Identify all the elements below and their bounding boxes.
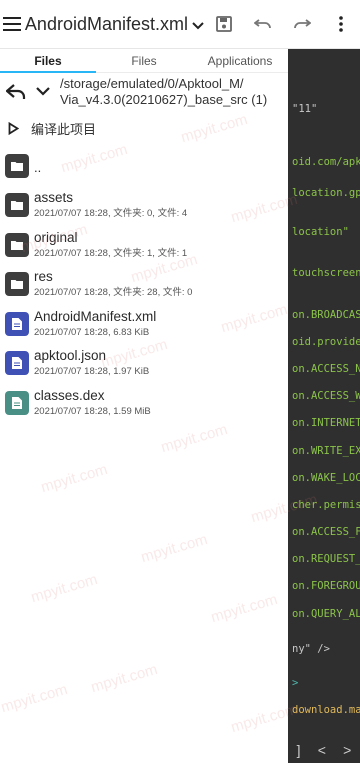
tab-applications[interactable]: Applications (192, 49, 288, 72)
editor-line: on.ACCESS_WI (292, 390, 360, 402)
list-item-assets[interactable]: assets 2021/07/07 18:28, 文件夹: 0, 文件: 4 (0, 186, 288, 226)
bracket-button[interactable]: ] (297, 742, 301, 758)
list-item-androidmanifest[interactable]: AndroidManifest.xml 2021/07/07 18:28, 6.… (0, 304, 288, 344)
file-name: res (34, 269, 53, 285)
play-icon (8, 121, 19, 135)
file-meta: 2021/07/07 18:28, 1.59 MiB (34, 405, 151, 417)
path-line-2: Via_v4.3.0(20210627)_base_src (1) (60, 91, 268, 107)
file-meta: 2021/07/07 18:28, 文件夹: 28, 文件: 0 (34, 287, 193, 299)
app-bar: AndroidManifest.xml (0, 0, 360, 49)
more-vert-icon (338, 16, 343, 32)
file-meta: 2021/07/07 18:28, 1.97 KiB (34, 366, 150, 378)
more-options-button[interactable] (321, 0, 360, 49)
file-name: classes.dex (34, 387, 105, 403)
undo-icon (253, 19, 271, 29)
expand-path-button[interactable] (29, 75, 56, 109)
file-meta: 2021/07/07 18:28, 文件夹: 1, 文件: 1 (34, 247, 188, 259)
editor-line: on.INTERNET (292, 417, 360, 429)
editor-line: on.REQUEST_I (292, 553, 360, 565)
file-name: original (34, 229, 78, 245)
compile-project-button[interactable]: 编译此项目 (0, 110, 288, 146)
document-icon (5, 311, 29, 336)
editor-line: on.ACCESS_NE (292, 363, 360, 375)
folder-icon (5, 153, 29, 178)
file-list: .. assets 2021/07/07 18:28, 文件夹: 0, 文件: … (0, 146, 288, 423)
chevron-down-icon (35, 87, 50, 96)
compile-label: 编译此项目 (31, 121, 97, 137)
folder-icon (5, 193, 29, 218)
active-tab-indicator (0, 71, 96, 73)
save-button[interactable] (204, 0, 243, 49)
file-name: .. (34, 159, 42, 175)
binary-file-icon (5, 390, 29, 415)
tab-files-project[interactable]: Files (0, 49, 96, 72)
editor-line: on.WRITE_EXT (292, 445, 360, 457)
file-meta: 2021/07/07 18:28, 6.83 KiB (34, 326, 150, 338)
file-meta: 2021/07/07 18:28, 文件夹: 0, 文件: 4 (34, 208, 188, 220)
save-icon (215, 16, 232, 32)
caret-down-icon (192, 14, 204, 35)
undo-button[interactable] (243, 0, 282, 49)
editor-line: on.QUERY_ALL (292, 608, 360, 620)
prev-button[interactable]: < (318, 742, 326, 758)
file-name: apktool.json (34, 348, 107, 364)
file-title: AndroidManifest.xml (24, 13, 188, 34)
list-item-original[interactable]: original 2021/07/07 18:28, 文件夹: 1, 文件: 1 (0, 225, 288, 265)
editor-line: touchscreen (292, 267, 360, 279)
code-editor[interactable]: "11" oid.com/apk/ location.gp location" … (288, 49, 360, 763)
editor-line: ny" /> (292, 643, 330, 655)
redo-icon (293, 19, 311, 29)
editor-nav-bar: ] < > (288, 737, 360, 763)
current-path: /storage/emulated/0/Apktool_M/ Via_v4.3.… (60, 76, 267, 108)
editor-line: location" (292, 226, 349, 238)
editor-line: > (292, 677, 299, 689)
editor-line: oid.com/apk/ (292, 156, 360, 168)
list-item-res[interactable]: res 2021/07/07 18:28, 文件夹: 28, 文件: 0 (0, 265, 288, 305)
editor-line: on.BROADCAS (292, 309, 360, 321)
editor-line: on.WAKE_LOCK (292, 472, 360, 484)
list-item-apktool-json[interactable]: apktool.json 2021/07/07 18:28, 1.97 KiB (0, 344, 288, 384)
list-item-parent-dir[interactable]: .. (0, 146, 288, 186)
file-name: assets (34, 190, 74, 206)
file-name: AndroidManifest.xml (34, 308, 157, 324)
folder-icon (5, 232, 29, 257)
editor-line: cher.permiss (292, 499, 360, 511)
list-item-classes-dex[interactable]: classes.dex 2021/07/07 18:28, 1.59 MiB (0, 383, 288, 423)
folder-icon (5, 272, 29, 297)
next-button[interactable]: > (343, 742, 351, 758)
editor-line: download.ma (292, 704, 360, 716)
reply-back-icon (5, 83, 25, 99)
editor-line: on.ACCESS_FI (292, 526, 360, 538)
editor-line: oid.provider (292, 336, 360, 348)
redo-button[interactable] (282, 0, 321, 49)
path-line-1: /storage/emulated/0/Apktool_M/ (60, 75, 244, 91)
editor-line: location.gp (292, 187, 360, 199)
tab-bar: Files Files Applications (0, 49, 288, 73)
back-button[interactable] (2, 75, 29, 109)
file-drawer: Files Files Applications /storage/emulat… (0, 49, 288, 763)
hamburger-menu-icon[interactable] (0, 0, 25, 49)
path-bar: /storage/emulated/0/Apktool_M/ Via_v4.3.… (0, 73, 288, 110)
tab-files[interactable]: Files (96, 49, 192, 72)
editor-line: on.FOREGROUN (292, 580, 360, 592)
document-icon (5, 351, 29, 376)
file-title-dropdown[interactable]: AndroidManifest.xml (25, 14, 204, 35)
editor-line: "11" (292, 103, 318, 115)
